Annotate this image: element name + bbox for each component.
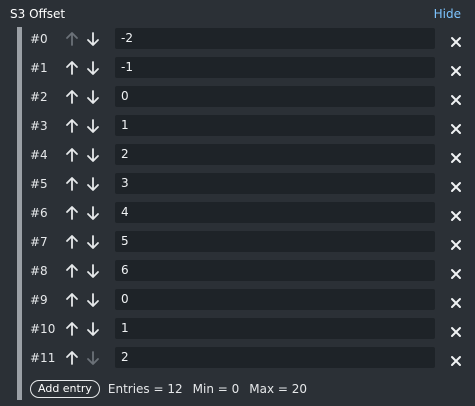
entry-index: #10 [30, 321, 56, 336]
close-icon[interactable] [450, 207, 462, 221]
arrow-down-icon[interactable] [86, 176, 100, 192]
entry-value-input[interactable]: 1 [115, 115, 435, 136]
entry-value-input[interactable]: -1 [115, 57, 435, 78]
entry-index: #2 [30, 89, 48, 104]
close-icon[interactable] [450, 62, 462, 76]
close-icon[interactable] [450, 236, 462, 250]
entries-count: Entries = 12 [107, 382, 183, 396]
entry-row: #5 3 [22, 169, 472, 198]
arrow-up-icon[interactable] [65, 234, 79, 250]
entry-index: #11 [30, 350, 56, 365]
list-footer: Add entry Entries = 12 Min = 0 Max = 20 [30, 379, 309, 399]
arrow-down-icon[interactable] [86, 118, 100, 134]
arrow-up-icon [65, 31, 79, 47]
entry-index: #6 [30, 205, 48, 220]
entry-row: #9 0 [22, 285, 472, 314]
arrow-down-icon [86, 350, 100, 366]
arrow-up-icon[interactable] [65, 118, 79, 134]
entry-value-input[interactable]: 5 [115, 231, 435, 252]
entry-row: #2 0 [22, 82, 472, 111]
hide-link[interactable]: Hide [434, 7, 461, 21]
arrow-up-icon[interactable] [65, 60, 79, 76]
entry-value-input[interactable]: 6 [115, 260, 435, 281]
close-icon[interactable] [450, 33, 462, 47]
min-value: Min = 0 [192, 382, 240, 396]
close-icon[interactable] [450, 120, 462, 134]
entry-row: #3 1 [22, 111, 472, 140]
entry-row: #10 1 [22, 314, 472, 343]
arrow-down-icon[interactable] [86, 147, 100, 163]
entry-value-input[interactable]: 4 [115, 202, 435, 223]
close-icon[interactable] [450, 352, 462, 366]
entry-index: #9 [30, 292, 48, 307]
arrow-down-icon[interactable] [86, 89, 100, 105]
arrow-down-icon[interactable] [86, 263, 100, 279]
entry-value-input[interactable]: 0 [115, 289, 435, 310]
entry-index: #4 [30, 147, 48, 162]
arrow-down-icon[interactable] [86, 31, 100, 47]
arrow-down-icon[interactable] [86, 234, 100, 250]
entry-row: #0 -2 [22, 24, 472, 53]
entry-index: #3 [30, 118, 48, 133]
close-icon[interactable] [450, 323, 462, 337]
panel-title: S3 Offset [10, 7, 66, 21]
entry-index: #1 [30, 60, 48, 75]
close-icon[interactable] [450, 178, 462, 192]
entry-row: #6 4 [22, 198, 472, 227]
arrow-up-icon[interactable] [65, 350, 79, 366]
offset-list-panel: S3 Offset Hide #0 -2 #1 -1 #2 0 #3 1 #4 2 #5 3 #6 4 #7… [0, 0, 475, 406]
entry-row: #11 2 [22, 343, 472, 372]
arrow-down-icon[interactable] [86, 60, 100, 76]
entry-list: #0 -2 #1 -1 #2 0 #3 1 #4 2 #5 3 #6 4 #7 5 #8 6 #9 0 #10 1 #11 2 [22, 24, 472, 372]
arrow-down-icon[interactable] [86, 321, 100, 337]
arrow-down-icon[interactable] [86, 205, 100, 221]
entry-row: #4 2 [22, 140, 472, 169]
entry-value-input[interactable]: 2 [115, 347, 435, 368]
max-value: Max = 20 [249, 382, 308, 396]
entry-value-input[interactable]: 1 [115, 318, 435, 339]
arrow-up-icon[interactable] [65, 292, 79, 308]
arrow-up-icon[interactable] [65, 321, 79, 337]
entry-row: #1 -1 [22, 53, 472, 82]
entry-value-input[interactable]: 2 [115, 144, 435, 165]
close-icon[interactable] [450, 294, 462, 308]
entry-index: #8 [30, 263, 48, 278]
close-icon[interactable] [450, 149, 462, 163]
entry-index: #0 [30, 31, 48, 46]
entry-value-input[interactable]: 3 [115, 173, 435, 194]
close-icon[interactable] [450, 91, 462, 105]
arrow-up-icon[interactable] [65, 205, 79, 221]
arrow-up-icon[interactable] [65, 263, 79, 279]
arrow-down-icon[interactable] [86, 292, 100, 308]
add-entry-button[interactable]: Add entry [30, 380, 100, 398]
arrow-up-icon[interactable] [65, 176, 79, 192]
entry-row: #8 6 [22, 256, 472, 285]
entry-index: #5 [30, 176, 48, 191]
close-icon[interactable] [450, 265, 462, 279]
entry-value-input[interactable]: -2 [115, 28, 435, 49]
entry-index: #7 [30, 234, 48, 249]
entry-row: #7 5 [22, 227, 472, 256]
entry-value-input[interactable]: 0 [115, 86, 435, 107]
panel-header: S3 Offset Hide [10, 6, 461, 22]
arrow-up-icon[interactable] [65, 89, 79, 105]
arrow-up-icon[interactable] [65, 147, 79, 163]
